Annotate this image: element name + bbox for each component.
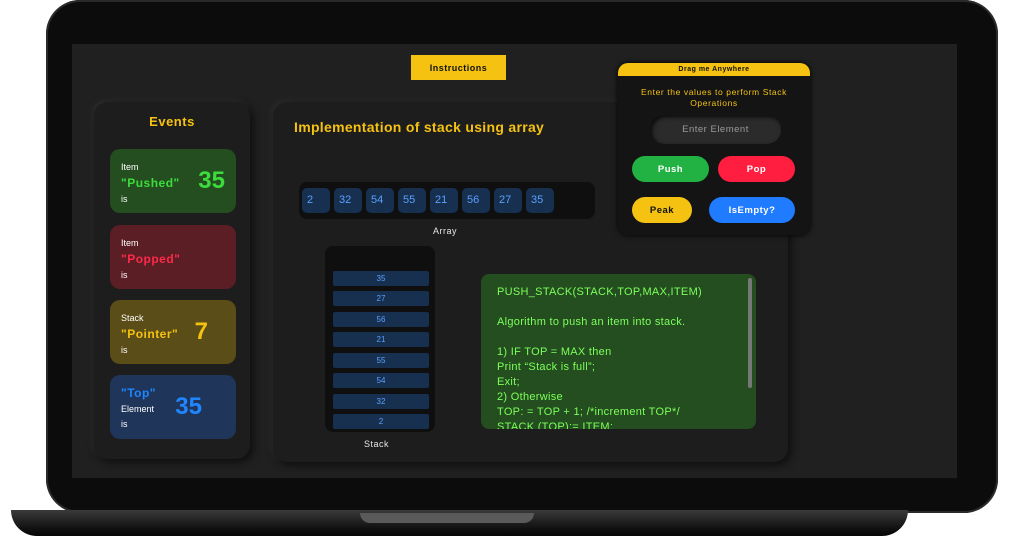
pushed-card-label: Item: [121, 162, 139, 172]
top-card-element: Element: [121, 404, 155, 414]
top-event-card: "Top" Element is 35: [110, 375, 236, 439]
array-cell: 55: [398, 188, 426, 213]
pushed-value: 35: [198, 167, 225, 194]
push-button[interactable]: Push: [632, 156, 709, 182]
app-screen: Instructions Events Item "Pushed" is 35 …: [72, 44, 957, 478]
isempty-button[interactable]: IsEmpty?: [709, 197, 795, 223]
peak-button[interactable]: Peak: [632, 197, 692, 223]
popped-card-key: "Popped": [121, 252, 181, 266]
top-card-is: is: [121, 419, 128, 429]
pushed-card-is: is: [121, 194, 128, 204]
stack-label: Stack: [364, 439, 390, 449]
array-cell: 27: [494, 188, 522, 213]
code-line: 1) IF TOP = MAX then: [497, 346, 612, 358]
code-line: 2) Otherwise: [497, 391, 563, 403]
pointer-card-key: "Pointer": [121, 327, 179, 341]
instructions-button[interactable]: Instructions: [411, 55, 506, 80]
pointer-value: 7: [194, 318, 208, 345]
stack-container: 35 27 56 21 55 54 32 2: [325, 246, 435, 432]
code-line: Print “Stack is full”;: [497, 361, 596, 373]
operations-instruction: Enter the values to perform Stack Operat…: [641, 87, 787, 108]
array-label: Array: [433, 226, 458, 236]
events-panel: Events Item "Pushed" is 35 Item "Popped"…: [94, 102, 250, 459]
stack-cell: 54: [333, 373, 429, 388]
top-value: 35: [175, 393, 202, 420]
array-cell: 56: [462, 188, 490, 213]
popped-card-is: is: [121, 270, 128, 280]
laptop-notch: [360, 513, 534, 523]
stack-operations-panel[interactable]: Drag me Anywhere Enter the values to per…: [618, 63, 810, 235]
code-scrollbar[interactable]: [748, 278, 752, 388]
array-container: 2 32 54 55 21 56 27 35: [299, 182, 595, 219]
array-cell: 2: [302, 188, 330, 213]
code-line: Exit;: [497, 376, 520, 388]
stack-cell: 35: [333, 271, 429, 286]
drag-handle[interactable]: Drag me Anywhere: [618, 63, 810, 76]
code-line: Algorithm to push an item into stack.: [497, 316, 686, 328]
array-cell: 35: [526, 188, 554, 213]
stack-cell: 2: [333, 414, 429, 429]
pushed-card-key: "Pushed": [121, 176, 180, 190]
pointer-card-label: Stack: [121, 313, 144, 323]
pushed-event-card: Item "Pushed" is 35: [110, 149, 236, 213]
top-card-key: "Top": [121, 386, 156, 400]
stack-cell: 32: [333, 394, 429, 409]
stack-cell: 27: [333, 291, 429, 306]
array-cell: 21: [430, 188, 458, 213]
pointer-card-is: is: [121, 345, 128, 355]
code-line: STACK (TOP):= ITEM;: [497, 421, 614, 429]
array-cell: 54: [366, 188, 394, 213]
element-input[interactable]: [650, 115, 781, 144]
page-title: Implementation of stack using array: [294, 119, 545, 135]
popped-event-card: Item "Popped" is: [110, 225, 236, 289]
pointer-event-card: Stack "Pointer" is 7: [110, 300, 236, 364]
events-title: Events: [149, 114, 195, 129]
code-line: TOP: = TOP + 1; /*increment TOP*/: [497, 406, 680, 418]
pop-button[interactable]: Pop: [718, 156, 795, 182]
array-cell: 32: [334, 188, 362, 213]
stack-cell: 55: [333, 353, 429, 368]
popped-card-label: Item: [121, 238, 139, 248]
stack-cell: 56: [333, 312, 429, 327]
code-line: PUSH_STACK(STACK,TOP,MAX,ITEM): [497, 286, 702, 298]
algorithm-code-panel[interactable]: PUSH_STACK(STACK,TOP,MAX,ITEM) Algorithm…: [481, 274, 756, 429]
stack-cell: 21: [333, 332, 429, 347]
